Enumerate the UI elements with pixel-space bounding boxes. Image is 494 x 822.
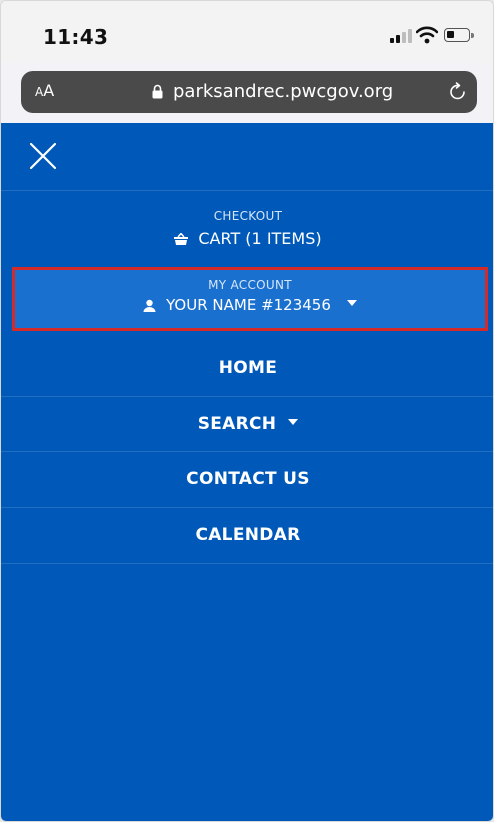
text-size-button[interactable]: AA — [35, 81, 54, 100]
reload-icon[interactable] — [447, 81, 469, 103]
my-account-menu[interactable]: MY ACCOUNT YOUR NAME #123456 — [12, 267, 488, 331]
menu-item-search-label: SEARCH — [197, 414, 277, 434]
lock-icon — [152, 84, 163, 99]
menu-item-search[interactable]: SEARCH — [1, 397, 493, 452]
account-label: MY ACCOUNT — [208, 278, 292, 292]
chevron-down-icon — [288, 419, 299, 425]
user-icon — [143, 299, 156, 312]
chevron-down-icon — [346, 300, 357, 306]
status-time: 11:43 — [43, 25, 109, 49]
close-icon[interactable] — [29, 142, 57, 170]
status-bar: 11:43 — [1, 1, 493, 63]
mobile-menu: CHECKOUT CART (1 ITEMS) MY ACCOUNT YOUR … — [1, 123, 493, 821]
cart-label: CART (1 ITEMS) — [198, 229, 322, 248]
battery-icon — [444, 28, 474, 42]
wifi-icon — [416, 26, 438, 44]
cart-icon — [174, 232, 189, 245]
signal-icon — [390, 29, 412, 43]
address-bar[interactable]: AA parksandrec.pwcgov.org — [21, 71, 477, 113]
divider — [1, 190, 493, 191]
menu-item-contact[interactable]: CONTACT US — [1, 452, 493, 507]
menu-item-home[interactable]: HOME — [1, 341, 493, 396]
divider — [1, 563, 493, 564]
account-name: YOUR NAME #123456 — [166, 296, 331, 314]
menu-item-calendar[interactable]: CALENDAR — [1, 508, 493, 563]
phone-screen: 11:43 AA parksandrec.pwcgov.org CHECKOUT… — [0, 0, 494, 822]
checkout-link[interactable]: CHECKOUT CART (1 ITEMS) — [1, 209, 493, 248]
url-text[interactable]: parksandrec.pwcgov.org — [173, 81, 393, 102]
checkout-label: CHECKOUT — [213, 209, 283, 223]
